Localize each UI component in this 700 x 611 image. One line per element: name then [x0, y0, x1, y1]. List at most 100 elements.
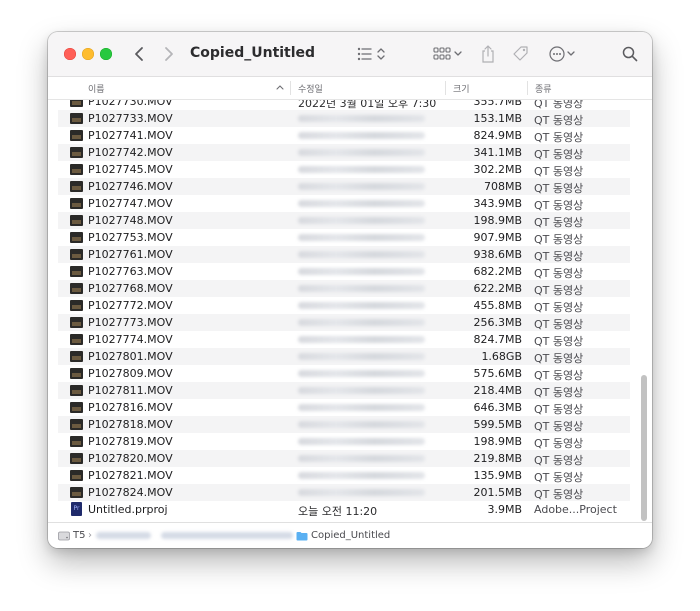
file-kind: QT 동영상 [534, 318, 584, 331]
file-row[interactable]: P1027748.MOV 198.9MB QT 동영상 [58, 212, 630, 229]
column-date[interactable]: 수정일 [298, 82, 323, 95]
file-kind: QT 동영상 [534, 420, 584, 433]
modified-date-redacted [298, 438, 425, 445]
file-kind: QT 동영상 [534, 352, 584, 365]
file-row[interactable]: P1027742.MOV 341.1MB QT 동영상 [58, 144, 630, 161]
file-row[interactable]: P1027761.MOV 938.6MB QT 동영상 [58, 246, 630, 263]
file-row[interactable]: P1027811.MOV 218.4MB QT 동영상 [58, 382, 630, 399]
search-button[interactable] [621, 45, 639, 63]
video-thumbnail-icon [70, 113, 83, 124]
view-options-button[interactable] [357, 45, 389, 63]
group-button[interactable] [433, 45, 465, 63]
file-name: P1027809.MOV [88, 367, 173, 380]
modified-date: 오늘 오전 11:20 [298, 505, 378, 518]
more-actions-button[interactable] [548, 44, 578, 64]
file-row[interactable]: P1027819.MOV 198.9MB QT 동영상 [58, 433, 630, 450]
file-kind: QT 동영상 [534, 250, 584, 263]
file-row[interactable]: P1027809.MOV 575.6MB QT 동영상 [58, 365, 630, 382]
video-thumbnail-icon [70, 470, 83, 481]
scrollbar-thumb[interactable] [641, 375, 647, 521]
video-thumbnail-icon [70, 164, 83, 175]
back-button[interactable] [132, 44, 146, 64]
file-name: P1027741.MOV [88, 129, 173, 142]
modified-date-redacted [298, 404, 425, 411]
file-size: 1.68GB [481, 350, 522, 363]
file-row[interactable]: P1027745.MOV 302.2MB QT 동영상 [58, 161, 630, 178]
video-thumbnail-icon [70, 385, 83, 396]
file-name: P1027761.MOV [88, 248, 173, 261]
tag-button[interactable] [511, 44, 531, 64]
share-icon [482, 45, 494, 63]
modified-date-redacted [298, 183, 425, 190]
vertical-scrollbar[interactable] [640, 100, 648, 521]
file-size: 256.3MB [473, 316, 522, 329]
file-row[interactable]: P1027816.MOV 646.3MB QT 동영상 [58, 399, 630, 416]
file-row[interactable]: P1027801.MOV 1.68GB QT 동영상 [58, 348, 630, 365]
file-size: 218.4MB [473, 384, 522, 397]
modified-date-redacted [298, 251, 425, 258]
column-size[interactable]: 크기 [453, 82, 470, 95]
modified-date-redacted [298, 200, 425, 207]
column-kind[interactable]: 종류 [535, 82, 552, 95]
file-name: P1027824.MOV [88, 486, 173, 499]
column-name[interactable]: 이름 [88, 82, 105, 95]
forward-button[interactable] [162, 44, 176, 64]
column-divider [290, 81, 291, 95]
file-row[interactable]: P1027730.MOV 2022년 3월 01일 오후 7:30 355.7M… [58, 100, 630, 110]
file-name: P1027733.MOV [88, 112, 173, 125]
video-thumbnail-icon [70, 100, 83, 107]
file-kind: QT 동영상 [534, 471, 584, 484]
modified-date-redacted [298, 336, 425, 343]
file-kind: QT 동영상 [534, 488, 584, 501]
modified-date-redacted [298, 319, 425, 326]
modified-date-redacted [298, 115, 425, 122]
file-row[interactable]: Pr Untitled.prproj 오늘 오전 11:20 3.9MB Ado… [58, 501, 630, 518]
file-name: P1027772.MOV [88, 299, 173, 312]
folder-icon [296, 532, 308, 541]
modified-date-redacted [298, 217, 425, 224]
video-thumbnail-icon [70, 436, 83, 447]
minimize-button[interactable] [82, 48, 94, 60]
file-kind: QT 동영상 [534, 165, 584, 178]
file-name: P1027774.MOV [88, 333, 173, 346]
close-button[interactable] [64, 48, 76, 60]
file-name: P1027811.MOV [88, 384, 173, 397]
file-name: P1027763.MOV [88, 265, 173, 278]
file-kind: QT 동영상 [534, 284, 584, 297]
file-row[interactable]: P1027746.MOV 708MB QT 동영상 [58, 178, 630, 195]
file-size: 343.9MB [473, 197, 522, 210]
path-current-folder[interactable]: Copied_Untitled [311, 530, 390, 541]
file-row[interactable]: P1027821.MOV 135.9MB QT 동영상 [58, 467, 630, 484]
file-size: 198.9MB [473, 214, 522, 227]
modified-date-redacted [298, 370, 425, 377]
file-row[interactable]: P1027773.MOV 256.3MB QT 동영상 [58, 314, 630, 331]
file-row[interactable]: P1027774.MOV 824.7MB QT 동영상 [58, 331, 630, 348]
file-size: 824.9MB [473, 129, 522, 142]
path-segment-redacted[interactable] [96, 532, 151, 539]
file-row[interactable]: P1027768.MOV 622.2MB QT 동영상 [58, 280, 630, 297]
maximize-button[interactable] [100, 48, 112, 60]
file-row[interactable]: P1027747.MOV 343.9MB QT 동영상 [58, 195, 630, 212]
video-thumbnail-icon [70, 198, 83, 209]
file-kind: QT 동영상 [534, 148, 584, 161]
tag-icon [513, 46, 528, 61]
file-row[interactable]: P1027763.MOV 682.2MB QT 동영상 [58, 263, 630, 280]
file-size: 198.9MB [473, 435, 522, 448]
file-row[interactable]: P1027824.MOV 201.5MB QT 동영상 [58, 484, 630, 501]
file-size: 682.2MB [473, 265, 522, 278]
path-root[interactable]: T5 [73, 530, 85, 541]
file-row[interactable]: P1027820.MOV 219.8MB QT 동영상 [58, 450, 630, 467]
file-size: 907.9MB [473, 231, 522, 244]
modified-date-redacted [298, 285, 425, 292]
file-kind: QT 동영상 [534, 369, 584, 382]
file-row[interactable]: P1027741.MOV 824.9MB QT 동영상 [58, 127, 630, 144]
file-row[interactable]: P1027772.MOV 455.8MB QT 동영상 [58, 297, 630, 314]
share-button[interactable] [480, 43, 496, 65]
file-row[interactable]: P1027818.MOV 599.5MB QT 동영상 [58, 416, 630, 433]
file-name: P1027818.MOV [88, 418, 173, 431]
file-row[interactable]: P1027753.MOV 907.9MB QT 동영상 [58, 229, 630, 246]
file-kind: QT 동영상 [534, 386, 584, 399]
path-segment-redacted[interactable] [161, 532, 293, 539]
file-row[interactable]: P1027733.MOV 153.1MB QT 동영상 [58, 110, 630, 127]
file-name: P1027773.MOV [88, 316, 173, 329]
